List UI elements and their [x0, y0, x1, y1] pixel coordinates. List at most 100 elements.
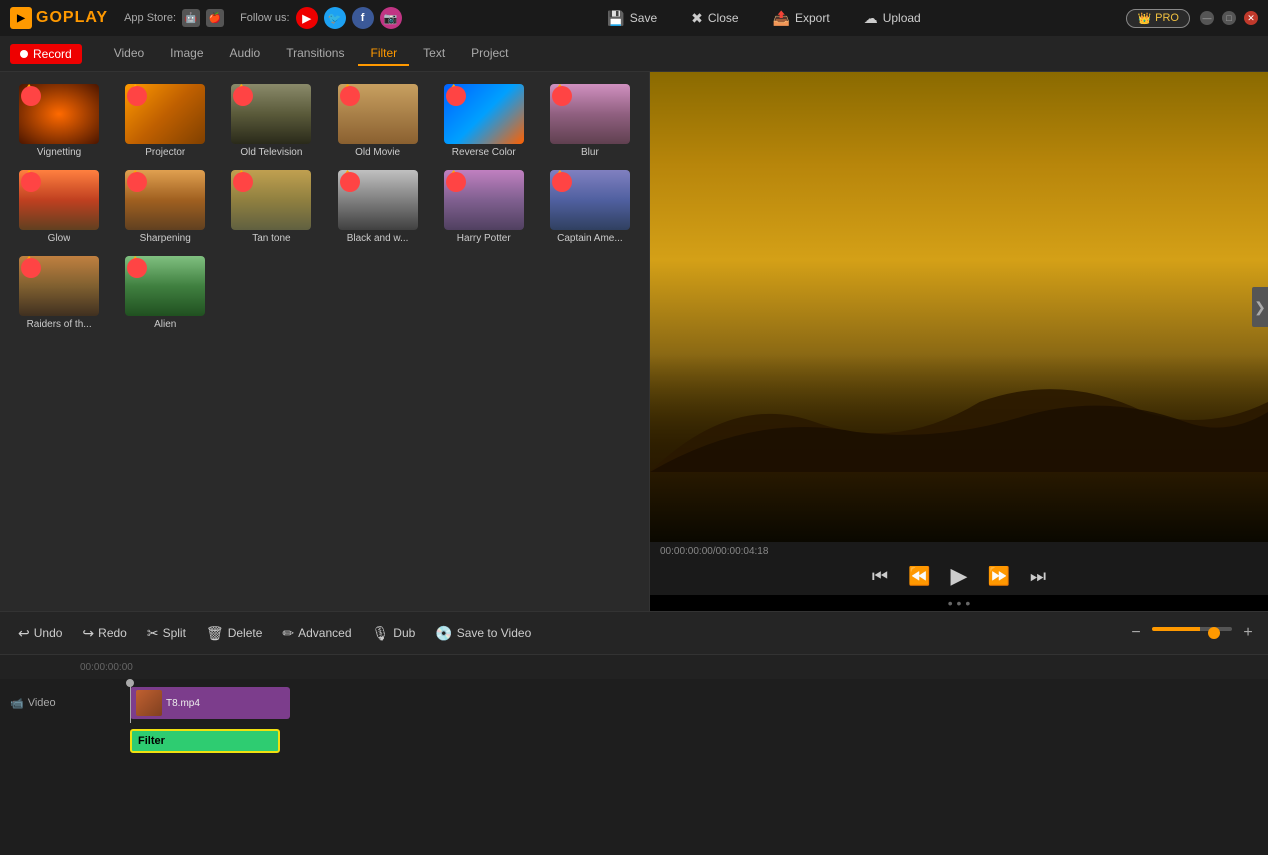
tab-text[interactable]: Text [411, 42, 457, 66]
video-clip[interactable]: T8.mp4 [130, 687, 290, 719]
timeline-header: 00:00:00:00 [0, 655, 1268, 679]
video-controls: 00:00:00:00/00:00:04:18 ⏮ ⏪ ▶ ⏩ ⏭ [650, 542, 1268, 595]
face-blur [552, 86, 572, 106]
filter-thumb-sharpening [125, 170, 205, 230]
delete-icon: 🗑 [206, 625, 224, 642]
zoom-control: − + [1126, 623, 1258, 643]
instagram-icon[interactable]: 📷 [380, 7, 402, 29]
filter-item-harry-potter[interactable]: Harry Potter [433, 166, 535, 248]
preview-gradient: ❯ [650, 72, 1268, 542]
split-button[interactable]: ✂ Split [139, 621, 194, 646]
filter-thumb-glow [19, 170, 99, 230]
filter-item-reverse-color[interactable]: Reverse Color [433, 80, 535, 162]
upload-icon: ☁ [864, 10, 878, 27]
filter-thumb-raiders [19, 256, 99, 316]
close-button[interactable]: ✖ Close [683, 6, 746, 31]
more-options-button[interactable]: • • • [948, 595, 970, 611]
zoom-slider[interactable] [1152, 627, 1232, 631]
face-captain-ame [552, 172, 572, 192]
zoom-in-button[interactable]: + [1238, 623, 1258, 643]
maximize-button[interactable]: □ [1222, 11, 1236, 25]
twitter-icon[interactable]: 🐦 [324, 7, 346, 29]
playback-controls: ⏮ ⏪ ▶ ⏩ ⏭ [870, 561, 1048, 591]
appstore-label: App Store: [124, 12, 176, 24]
video-track-icon: 📹 [10, 697, 24, 710]
preview-panel: ❯ 00:00:00:00/00:00:04:18 ⏮ ⏪ ▶ ⏩ ⏭ • • … [650, 72, 1268, 611]
step-forward-button[interactable]: ⏩ [985, 564, 1011, 589]
filter-clip[interactable]: Filter [130, 729, 280, 753]
dub-button[interactable]: 🎙 Dub [364, 621, 424, 646]
zoom-slider-container [1152, 627, 1232, 639]
filter-item-projector[interactable]: Projector [114, 80, 216, 162]
tab-filter[interactable]: Filter [358, 42, 409, 66]
split-icon: ✂ [147, 625, 159, 642]
nav-tabs: Video Image Audio Transitions Filter Tex… [102, 42, 521, 66]
timeline-tracks: 📹 Video T8.mp4 Filter [0, 679, 1268, 771]
filter-item-old-television[interactable]: Old Television [220, 80, 322, 162]
minimize-button[interactable]: — [1200, 11, 1214, 25]
follow-label: Follow us: [240, 12, 290, 24]
pro-badge: 👑 PRO [1126, 9, 1190, 28]
apple-icon[interactable]: 🍎 [206, 9, 224, 27]
step-back-button[interactable]: ⏪ [906, 564, 932, 589]
filter-item-sharpening[interactable]: Sharpening [114, 166, 216, 248]
undo-button[interactable]: ↩ Undo [10, 621, 70, 646]
filter-item-old-movie[interactable]: Old Movie [326, 80, 428, 162]
filter-thumb-vignetting [19, 84, 99, 144]
follow-section: Follow us: ▶ 🐦 f 📷 [240, 7, 402, 29]
filter-item-alien[interactable]: Alien [114, 252, 216, 334]
tab-audio[interactable]: Audio [218, 42, 273, 66]
advanced-button[interactable]: ✏ Advanced [274, 621, 359, 646]
crown-icon: 👑 [1137, 12, 1151, 25]
timeline-scroll-area [0, 771, 1268, 855]
tab-image[interactable]: Image [158, 42, 215, 66]
redo-button[interactable]: ↪ Redo [74, 621, 134, 646]
side-panel-arrow[interactable]: ❯ [1252, 287, 1268, 327]
filter-item-raiders[interactable]: Raiders of th... [8, 252, 110, 334]
save-button[interactable]: 💾 Save [599, 6, 665, 31]
face-sharpening [127, 172, 147, 192]
play-button[interactable]: ▶ [949, 561, 970, 591]
filter-item-vignetting[interactable]: Vignetting [8, 80, 110, 162]
logo: ▶ GOPLAY [10, 7, 108, 29]
video-track-row: 📹 Video T8.mp4 [0, 683, 1268, 723]
filter-thumb-old-television [231, 84, 311, 144]
window-close-button[interactable]: ✕ [1244, 11, 1258, 25]
filter-label-sharpening: Sharpening [140, 233, 191, 244]
zoom-out-button[interactable]: − [1126, 623, 1146, 643]
face-vignetting [21, 86, 41, 106]
export-button[interactable]: 📤 Export [765, 6, 838, 31]
tab-video[interactable]: Video [102, 42, 156, 66]
zoom-thumb [1208, 627, 1220, 639]
logo-text: GOPLAY [36, 9, 108, 27]
tab-transitions[interactable]: Transitions [274, 42, 356, 66]
skip-to-end-button[interactable]: ⏭ [1028, 564, 1048, 589]
filter-item-glow[interactable]: Glow [8, 166, 110, 248]
titlebar-left: ▶ GOPLAY App Store: 🤖 🍎 Follow us: ▶ 🐦 f… [10, 7, 402, 29]
android-icon[interactable]: 🤖 [182, 9, 200, 27]
skip-to-start-button[interactable]: ⏮ [870, 564, 890, 589]
filter-thumb-blur [550, 84, 630, 144]
filter-label-tan-tone: Tan tone [252, 233, 290, 244]
filter-item-blur[interactable]: Blur [539, 80, 641, 162]
video-clip-thumbnail [136, 690, 162, 716]
record-dot [20, 50, 28, 58]
filter-thumb-tan-tone [231, 170, 311, 230]
facebook-icon[interactable]: f [352, 7, 374, 29]
record-button[interactable]: Record [10, 44, 82, 64]
titlebar-right: 👑 PRO — □ ✕ [1126, 9, 1258, 28]
delete-button[interactable]: 🗑 Delete [198, 621, 270, 646]
face-harry-potter [446, 172, 466, 192]
youtube-icon[interactable]: ▶ [296, 7, 318, 29]
titlebar-actions: 💾 Save ✖ Close 📤 Export ☁ Upload [599, 6, 928, 31]
filter-item-captain-ame[interactable]: Captain Ame... [539, 166, 641, 248]
topnav: Record Video Image Audio Transitions Fil… [0, 36, 1268, 72]
save-to-video-button[interactable]: 💿 Save to Video [427, 621, 539, 646]
upload-button[interactable]: ☁ Upload [856, 6, 929, 31]
tab-project[interactable]: Project [459, 42, 520, 66]
filter-item-black-and-white[interactable]: Black and w... [326, 166, 428, 248]
filter-label-black-and-white: Black and w... [347, 233, 409, 244]
filter-thumb-reverse-color [444, 84, 524, 144]
titlebar: ▶ GOPLAY App Store: 🤖 🍎 Follow us: ▶ 🐦 f… [0, 0, 1268, 36]
filter-item-tan-tone[interactable]: Tan tone [220, 166, 322, 248]
